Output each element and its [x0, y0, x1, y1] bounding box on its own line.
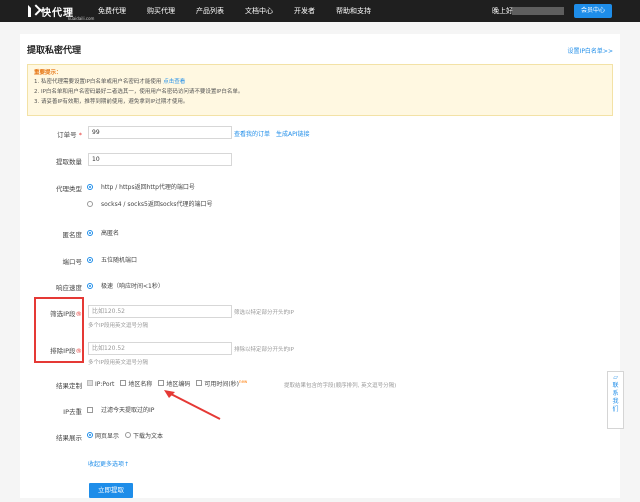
display-label: 结果展示	[56, 434, 82, 442]
option-available-time[interactable]: 可用时间(秒)new	[196, 379, 247, 388]
proxy-type-socks[interactable]: socks4 / socks5返回socks代理的端口号	[87, 199, 213, 208]
notice-line-3: 3. 请妥善IP有效期，推荐到期前使用，避免拿到IP过期才使用。	[34, 99, 189, 105]
order-label: 订单号 *	[57, 131, 82, 139]
arrow-head-icon	[164, 390, 175, 398]
radio-selected-icon[interactable]	[87, 229, 93, 236]
nav-help[interactable]: 帮助和支持	[336, 0, 371, 22]
radio-selected-icon[interactable]	[87, 256, 93, 263]
main-nav: 免费代理 购买代理 产品列表 文档中心 开发者 帮助和支持	[98, 0, 392, 22]
view-orders-link[interactable]: 查看我的订单	[234, 129, 270, 138]
proxy-type-label: 代理类型	[56, 185, 82, 193]
count-field[interactable]: 10	[88, 153, 232, 166]
nav-free-proxy[interactable]: 免费代理	[98, 0, 126, 22]
annotation-red-box	[34, 297, 84, 363]
page-title: 提取私密代理	[27, 46, 82, 56]
result-field-options: IP:Port 地区名称 地区编码 可用时间(秒)new	[87, 379, 247, 388]
checkbox-icon[interactable]	[196, 380, 203, 386]
required-mark: *	[76, 131, 82, 139]
display-options: 网页显示 下载为文本	[87, 431, 163, 440]
submit-button[interactable]: 立即提取	[89, 483, 133, 498]
radio-selected-icon[interactable]	[87, 432, 93, 438]
result-hint: 提取结果包含的字段(顺序排列, 英文逗号分隔)	[284, 383, 397, 389]
radio-selected-icon[interactable]	[87, 183, 93, 190]
user-greeting: 晚上好	[492, 7, 513, 15]
filter-ip-input[interactable]: 比如120.52	[88, 305, 232, 318]
option-area-code[interactable]: 地区编码	[158, 379, 190, 388]
speed-option[interactable]: 极速（响应时间<1秒）	[87, 281, 164, 290]
nav-developer[interactable]: 开发者	[294, 0, 315, 22]
exclude-ip-subhint: 多个IP段用英文逗号分隔	[88, 360, 148, 366]
nav-buy-proxy[interactable]: 购买代理	[147, 0, 175, 22]
option-area-name[interactable]: 地区名称	[120, 379, 152, 388]
display-web-option[interactable]: 网页显示	[87, 431, 119, 440]
nav-products[interactable]: 产品列表	[196, 0, 224, 22]
dedupe-option[interactable]: 过滤今天提取过的IP	[87, 405, 154, 414]
new-badge: new	[239, 379, 248, 384]
arrow-line	[166, 391, 221, 420]
chat-icon: ▱	[613, 374, 618, 381]
anonymity-option[interactable]: 高匿名	[87, 228, 119, 237]
option-ip-port[interactable]: IP:Port	[87, 379, 114, 388]
port-label: 端口号	[62, 258, 83, 266]
logo-subtitle: kuaidaili.com	[68, 16, 95, 21]
filter-ip-subhint: 多个IP段用英文逗号分隔	[88, 323, 148, 329]
kuaidaili-logo[interactable]: 快代理 kuaidaili.com	[28, 4, 94, 21]
checkbox-icon[interactable]	[158, 380, 165, 386]
dedupe-label: IP去重	[63, 408, 82, 416]
top-navigation-bar: 快代理 kuaidaili.com 免费代理 购买代理 产品列表 文档中心 开发…	[0, 0, 640, 22]
collapse-options-link[interactable]: 收起更多选项↑	[88, 459, 129, 468]
logo-icon	[28, 5, 38, 17]
speed-label: 响应速度	[56, 284, 82, 292]
radio-selected-icon[interactable]	[87, 282, 93, 289]
generate-api-link[interactable]: 生成API链接	[276, 129, 310, 138]
member-center-button[interactable]: 会员中心	[574, 4, 612, 18]
main-panel: 提取私密代理 设置IP白名单>> 重要提示： 1. 私密代理需要设置IP白名单或…	[20, 34, 620, 498]
proxy-type-http[interactable]: http / https返回http代理的端口号	[87, 182, 195, 191]
checkbox-icon[interactable]	[87, 406, 93, 413]
masked-username	[512, 7, 564, 15]
anonymity-label: 匿名度	[62, 231, 83, 239]
exclude-ip-hint: 排除以特定部分开头的IP	[234, 347, 294, 353]
count-label: 提取数量	[56, 158, 82, 166]
nav-docs[interactable]: 文档中心	[245, 0, 273, 22]
result-custom-label: 结果定制	[56, 382, 82, 390]
notice-line-2: 2. IP白名单和用户名密码最好二者选其一，使用用户名密码访问请不要设置IP白名…	[34, 89, 244, 95]
radio-icon[interactable]	[87, 200, 93, 207]
checkbox-disabled-checked-icon[interactable]	[87, 379, 93, 386]
annotation-arrow	[164, 390, 221, 420]
display-download-option[interactable]: 下载为文本	[125, 431, 163, 440]
notice-view-link[interactable]: 点击查看	[163, 79, 185, 85]
checkbox-icon[interactable]	[120, 380, 127, 386]
order-field[interactable]: 99	[88, 126, 232, 139]
important-notice: 重要提示： 1. 私密代理需要设置IP白名单或用户名密码才能使用 点击查看 2.…	[27, 64, 613, 116]
contact-us-widget[interactable]: ▱ 联 系 我 们	[607, 371, 624, 429]
notice-title: 重要提示：	[34, 70, 62, 76]
notice-line-1: 1. 私密代理需要设置IP白名单或用户名密码才能使用 点击查看	[34, 79, 186, 85]
set-whitelist-link[interactable]: 设置IP白名单>>	[568, 46, 613, 55]
port-option[interactable]: 五位随机端口	[87, 255, 137, 264]
filter-ip-hint: 筛选以特定部分开头的IP	[234, 310, 294, 316]
exclude-ip-input[interactable]: 比如120.52	[88, 342, 232, 355]
radio-icon[interactable]	[125, 432, 132, 438]
